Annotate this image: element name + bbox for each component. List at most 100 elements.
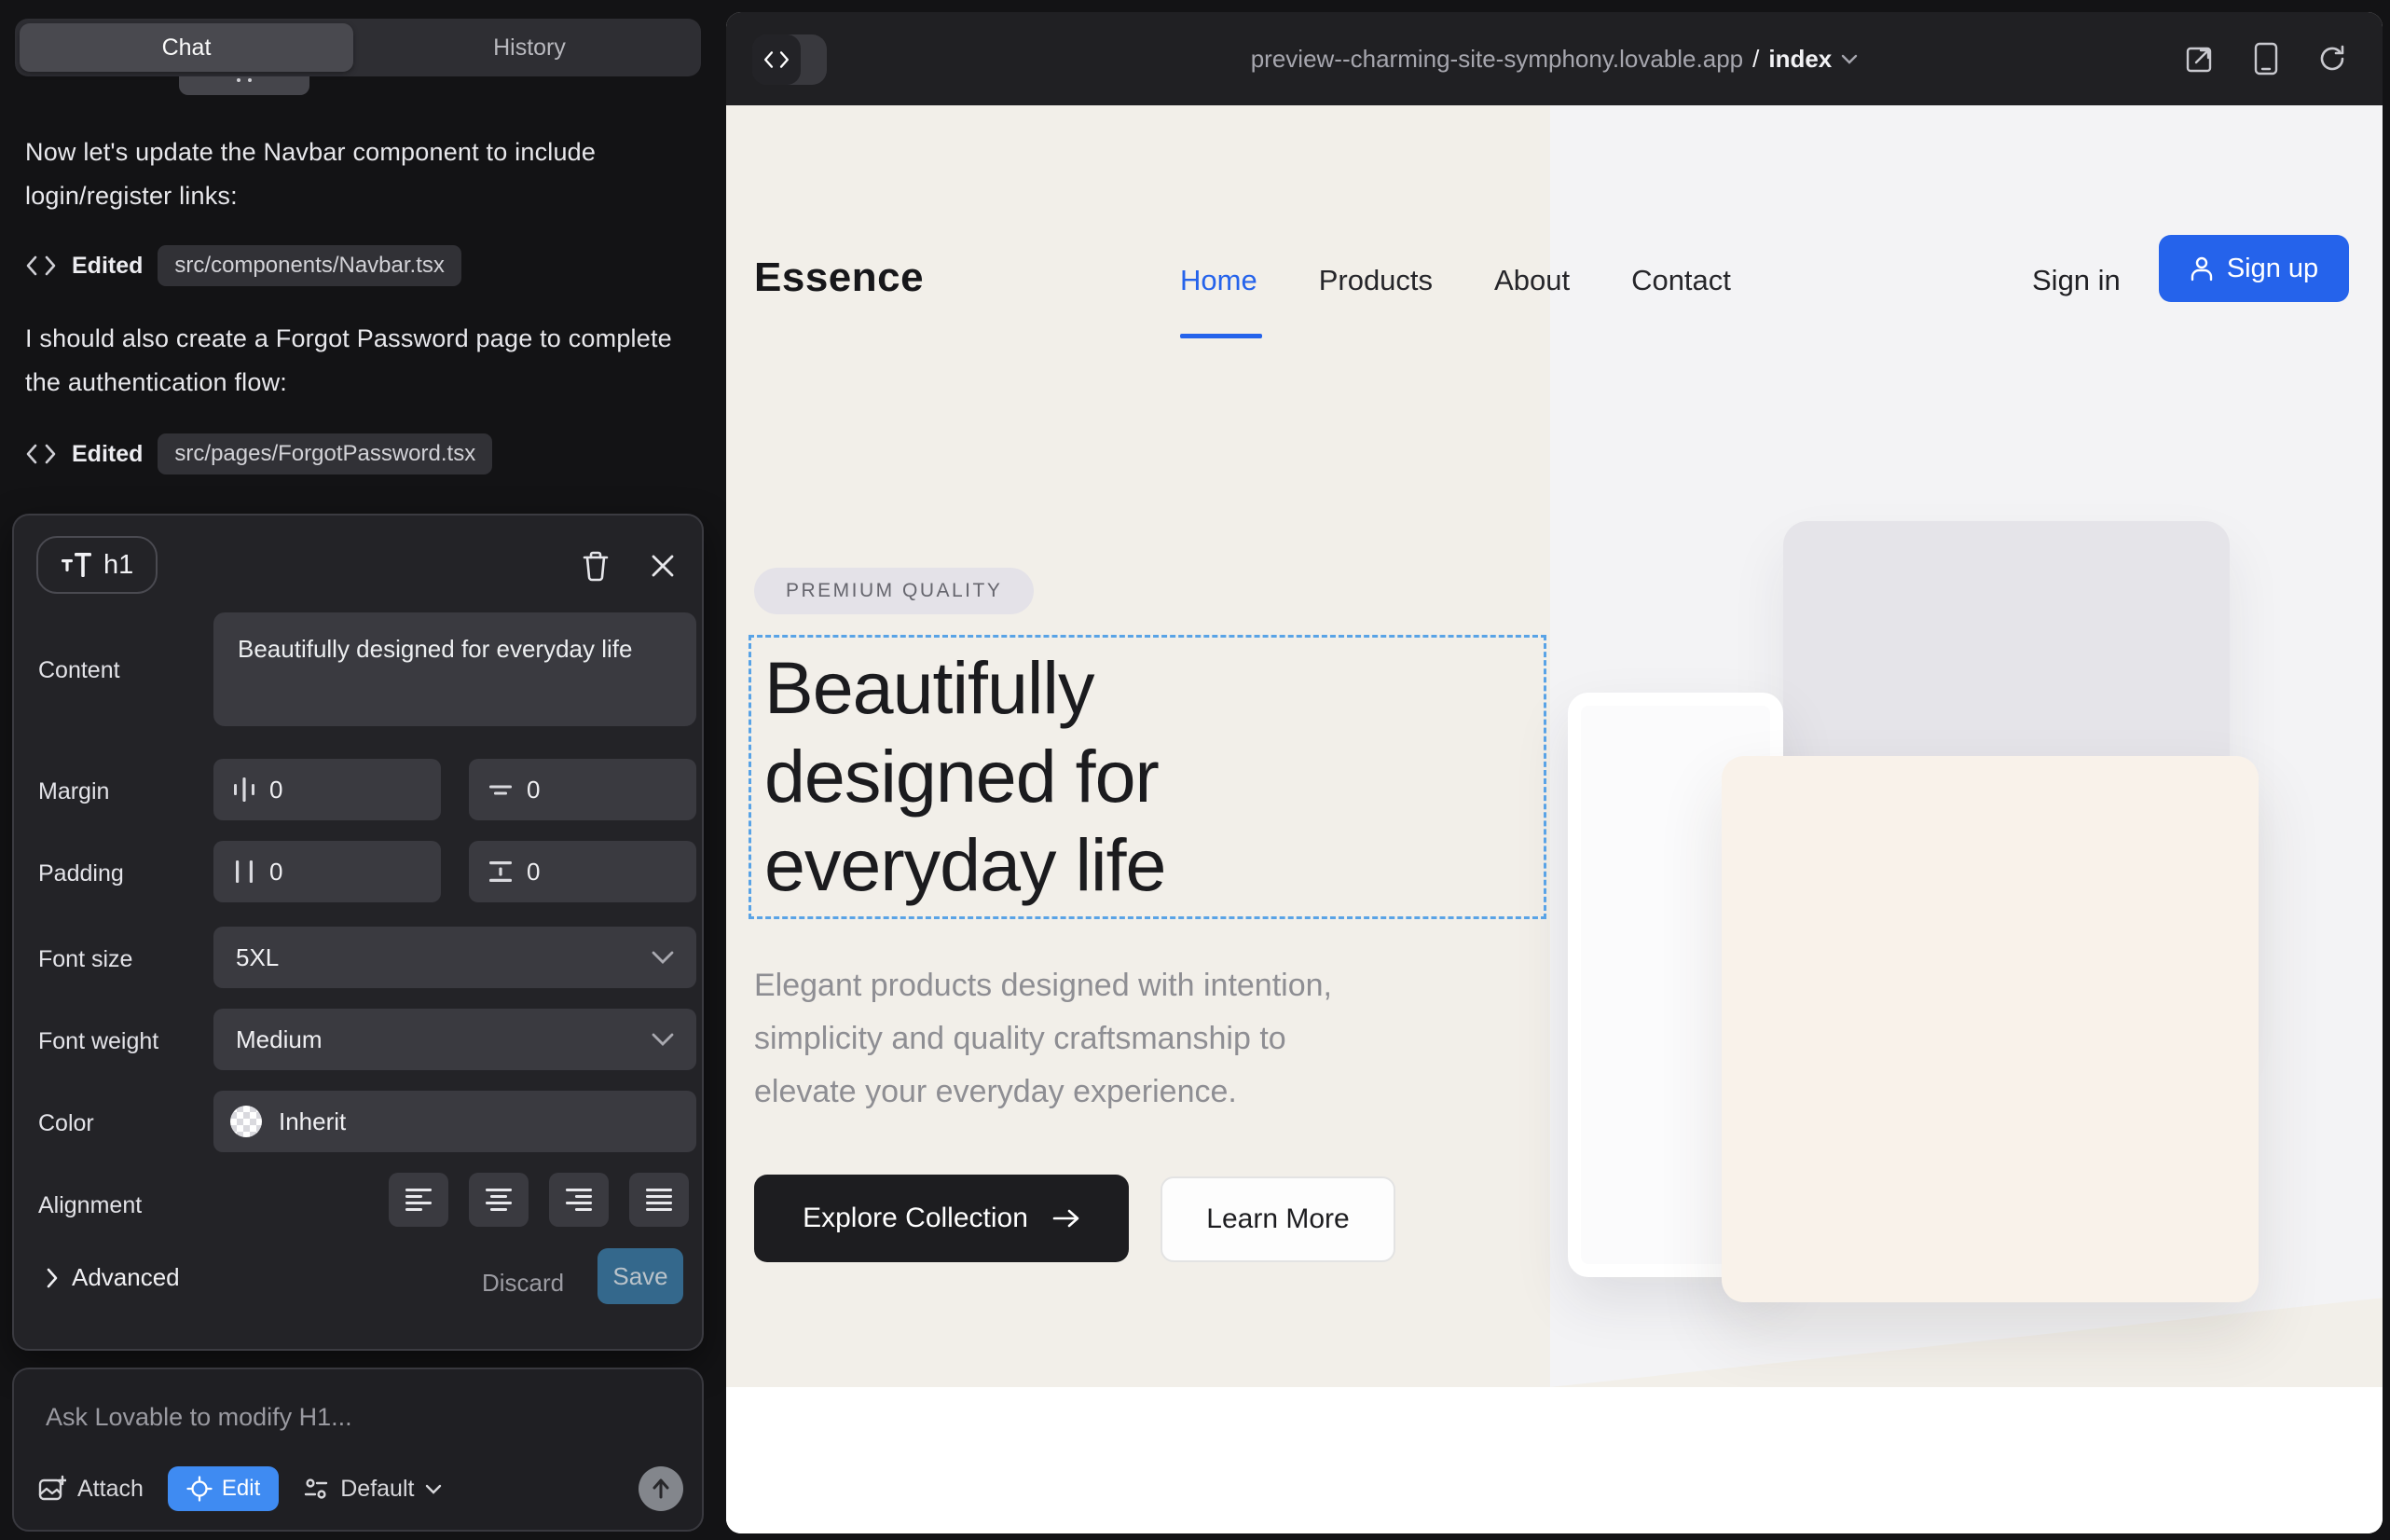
selected-element-outline[interactable]: Beautifully designed for everyday life <box>749 635 1546 919</box>
tab-chat[interactable]: Chat <box>20 23 353 72</box>
font-size-value: 5XL <box>236 943 279 972</box>
app-root: Chat History Now let's update the Navbar… <box>0 0 2390 1540</box>
nav-link-contact[interactable]: Contact <box>1631 264 1731 297</box>
scrolled-chip-partial <box>179 76 309 95</box>
padding-y-value: 0 <box>527 858 540 887</box>
element-editor-panel: h1 Content Beautifully designed for ever… <box>12 514 704 1351</box>
font-weight-select[interactable]: Medium <box>213 1009 696 1070</box>
edited-file-row[interactable]: Edited src/pages/ForgotPassword.tsx <box>25 431 492 477</box>
align-justify-button[interactable] <box>629 1173 689 1227</box>
advanced-toggle[interactable]: Advanced <box>46 1263 180 1292</box>
content-input[interactable]: Beautifully designed for everyday life <box>213 612 696 726</box>
margin-x-input[interactable]: 0 <box>213 759 441 820</box>
chat-composer: Ask Lovable to modify H1... Attach Edit <box>12 1368 704 1532</box>
padding-horizontal-icon <box>232 859 256 885</box>
mode-select[interactable]: Default <box>303 1476 442 1503</box>
hero-headline[interactable]: Beautifully designed for everyday life <box>764 643 1166 909</box>
sliders-icon <box>303 1476 329 1502</box>
mobile-view-icon[interactable] <box>2254 42 2278 76</box>
code-toggle-segment[interactable] <box>752 34 801 85</box>
font-size-select[interactable]: 5XL <box>213 927 696 988</box>
nav-link-about[interactable]: About <box>1494 264 1570 297</box>
site-page: Essence Home Products About Contact Sign… <box>726 105 2383 1533</box>
learn-more-button[interactable]: Learn More <box>1161 1176 1395 1262</box>
chevron-down-icon <box>1841 54 1858 64</box>
file-chip[interactable]: src/components/Navbar.tsx <box>158 245 460 286</box>
code-icon <box>25 442 57 466</box>
target-icon <box>186 1476 213 1502</box>
code-preview-toggle[interactable] <box>752 34 827 85</box>
section-below-hero <box>726 1387 2383 1533</box>
alignment-group <box>389 1173 689 1227</box>
sign-in-link[interactable]: Sign in <box>2032 264 2121 297</box>
save-button[interactable]: Save <box>598 1248 683 1304</box>
preview-window: preview--charming-site-symphony.lovable.… <box>726 12 2383 1533</box>
send-button[interactable] <box>639 1466 683 1511</box>
margin-label: Margin <box>38 778 109 805</box>
edit-mode-button[interactable]: Edit <box>168 1466 279 1511</box>
close-icon <box>650 553 676 579</box>
chat-message: Now let's update the Navbar component to… <box>25 131 682 218</box>
margin-horizontal-icon <box>232 777 256 803</box>
delete-element-button[interactable] <box>570 540 622 592</box>
refresh-icon[interactable] <box>2317 44 2347 74</box>
url-bar[interactable]: preview--charming-site-symphony.lovable.… <box>726 45 2383 74</box>
active-nav-underline <box>1180 334 1262 338</box>
decorative-card-beige <box>1722 756 2259 1302</box>
arrow-right-icon <box>1052 1208 1080 1229</box>
margin-vertical-icon <box>488 777 514 802</box>
advanced-label: Advanced <box>72 1263 180 1292</box>
hero-paragraph: Elegant products designed with intention… <box>754 959 1332 1119</box>
align-justify-icon <box>645 1188 673 1212</box>
align-center-button[interactable] <box>469 1173 529 1227</box>
attach-image-icon <box>38 1475 66 1503</box>
close-panel-button[interactable] <box>637 540 689 592</box>
open-in-new-tab-icon[interactable] <box>2185 44 2215 74</box>
chevron-down-icon <box>652 951 674 964</box>
padding-x-value: 0 <box>269 858 282 887</box>
align-right-button[interactable] <box>549 1173 609 1227</box>
edited-label: Edited <box>72 253 143 280</box>
hero-badge: PREMIUM QUALITY <box>754 568 1034 614</box>
tab-history[interactable]: History <box>363 23 696 72</box>
file-chip[interactable]: src/pages/ForgotPassword.tsx <box>158 433 492 474</box>
nav-link-products[interactable]: Products <box>1319 264 1433 297</box>
content-label: Content <box>38 657 120 684</box>
font-size-label: Font size <box>38 946 132 973</box>
font-weight-label: Font weight <box>38 1028 158 1055</box>
chevron-down-icon <box>652 1033 674 1046</box>
color-swatch <box>230 1106 262 1137</box>
attach-button[interactable]: Attach <box>38 1475 144 1503</box>
padding-vertical-icon <box>488 859 514 885</box>
edited-file-row[interactable]: Edited src/components/Navbar.tsx <box>25 242 461 289</box>
sign-up-button[interactable]: Sign up <box>2159 235 2349 302</box>
typography-icon <box>61 551 92 579</box>
margin-x-value: 0 <box>269 776 282 804</box>
preview-url: preview--charming-site-symphony.lovable.… <box>1251 45 1743 74</box>
chevron-right-icon <box>46 1268 59 1288</box>
nav-link-home[interactable]: Home <box>1180 264 1257 297</box>
trash-icon <box>581 550 611 582</box>
page-name: index <box>1768 45 1832 74</box>
element-tag-badge[interactable]: h1 <box>36 536 158 594</box>
chat-message: I should also create a Forgot Password p… <box>25 317 682 405</box>
discard-button[interactable]: Discard <box>482 1269 564 1298</box>
color-value: Inherit <box>279 1107 346 1136</box>
align-left-button[interactable] <box>389 1173 448 1227</box>
alignment-label: Alignment <box>38 1192 142 1219</box>
margin-y-value: 0 <box>527 776 540 804</box>
composer-input[interactable]: Ask Lovable to modify H1... <box>46 1403 352 1432</box>
element-tag-name: h1 <box>103 550 133 581</box>
color-input[interactable]: Inherit <box>213 1091 696 1152</box>
explore-collection-button[interactable]: Explore Collection <box>754 1175 1129 1262</box>
align-right-icon <box>565 1188 593 1212</box>
padding-label: Padding <box>38 860 124 887</box>
padding-x-input[interactable]: 0 <box>213 841 441 902</box>
font-weight-value: Medium <box>236 1025 322 1054</box>
mode-label: Default <box>340 1476 414 1503</box>
edited-label: Edited <box>72 441 143 468</box>
explore-collection-label: Explore Collection <box>803 1203 1028 1234</box>
site-logo[interactable]: Essence <box>754 254 924 301</box>
padding-y-input[interactable]: 0 <box>469 841 696 902</box>
margin-y-input[interactable]: 0 <box>469 759 696 820</box>
